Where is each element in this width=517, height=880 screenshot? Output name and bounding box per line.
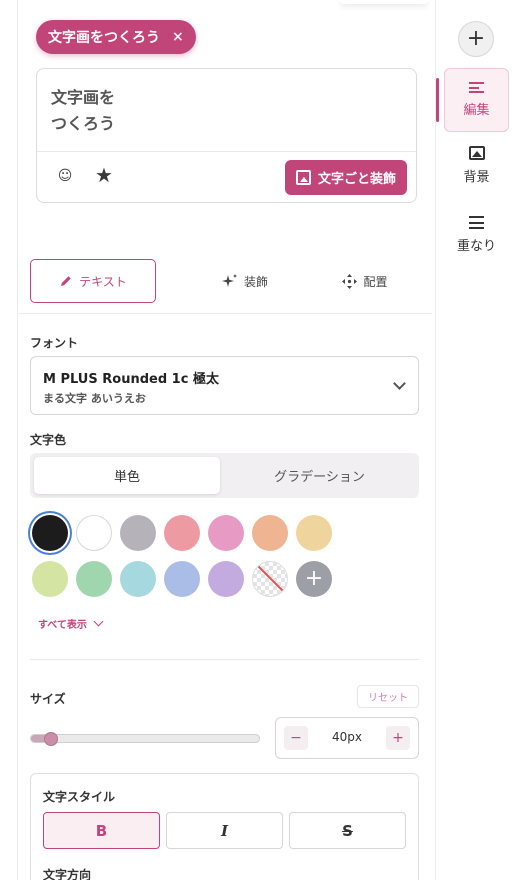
tab-layout-label: 配置 <box>363 274 388 289</box>
sidebar-item-layers[interactable]: 重なり <box>444 216 509 254</box>
sidebar-item-label: 重なり <box>456 239 496 254</box>
text-color-label: 文字色 <box>30 433 67 447</box>
image-icon <box>468 146 485 160</box>
color-mode-toggle: 単色 グラデーション <box>30 453 419 498</box>
close-icon[interactable]: × <box>172 29 184 45</box>
tab-text-label: テキスト <box>79 274 127 289</box>
font-label: フォント <box>30 336 79 350</box>
emoji-icon[interactable]: ☺ <box>55 166 75 186</box>
mode-tabs: テキスト 装飾 配置 <box>30 259 419 303</box>
chip-label: 文字画をつくろう <box>48 30 160 46</box>
active-indicator <box>436 78 439 122</box>
show-all-colors-link[interactable]: すべて表示 <box>38 616 104 631</box>
size-slider[interactable] <box>30 734 260 743</box>
color-swatch[interactable] <box>252 515 288 551</box>
font-sample: まる文字 あいうえお <box>43 392 146 405</box>
chevron-down-icon <box>93 616 104 627</box>
tab-decoration-label: 装飾 <box>243 274 268 289</box>
sparkle-icon <box>221 274 237 287</box>
size-slider-thumb[interactable] <box>43 732 58 746</box>
font-name: M PLUS Rounded 1c 極太 <box>43 372 219 387</box>
color-swatch[interactable] <box>208 515 244 551</box>
size-stepper: − 40px + <box>275 717 419 759</box>
list-icon <box>469 216 484 229</box>
strikethrough-button[interactable]: S <box>289 812 406 849</box>
bold-button[interactable]: B <box>43 812 160 849</box>
section-divider <box>30 659 419 660</box>
right-sidebar <box>435 0 517 880</box>
font-select[interactable]: M PLUS Rounded 1c 極太 まる文字 あいうえお <box>30 356 419 415</box>
color-swatch[interactable] <box>120 515 156 551</box>
text-chip[interactable]: 文字画をつくろう × <box>36 20 196 54</box>
gradient-button[interactable]: グラデーション <box>224 457 415 494</box>
show-all-label: すべて表示 <box>38 620 87 631</box>
edit-lines-icon <box>469 82 484 93</box>
text-input[interactable]: 文字画を つくろう <box>51 85 115 137</box>
editor-panel: 文字画をつくろう × 文字画を つくろう ☺ ★ 文字ごと装飾 テキスト 装飾 … <box>0 0 436 880</box>
no-color-swatch[interactable] <box>252 561 288 597</box>
text-editor[interactable]: 文字画を つくろう ☺ ★ 文字ごと装飾 <box>36 68 417 203</box>
decrease-size-button[interactable]: − <box>284 726 308 750</box>
sidebar-item-edit[interactable]: 編集 <box>444 68 509 132</box>
size-label: サイズ <box>30 692 66 706</box>
editor-divider <box>37 151 416 152</box>
sidebar-item-background[interactable]: 背景 <box>444 146 509 185</box>
text-style-label: 文字スタイル <box>43 790 116 804</box>
solid-color-button[interactable]: 単色 <box>34 457 220 494</box>
size-value[interactable]: 40px <box>316 730 378 744</box>
color-swatch[interactable] <box>164 561 200 597</box>
increase-size-button[interactable]: + <box>386 726 410 750</box>
color-swatch[interactable] <box>208 561 244 597</box>
color-swatch[interactable] <box>32 561 68 597</box>
add-color-button[interactable]: + <box>296 561 332 597</box>
tab-text[interactable]: テキスト <box>30 259 156 303</box>
decorate-text-button[interactable]: 文字ごと装飾 <box>285 160 407 195</box>
italic-button[interactable]: I <box>166 812 283 849</box>
color-swatch[interactable] <box>120 561 156 597</box>
color-swatch[interactable] <box>164 515 200 551</box>
pencil-icon <box>61 276 71 286</box>
tab-decoration[interactable]: 装飾 <box>190 259 300 303</box>
reset-button[interactable]: リセット <box>357 685 419 708</box>
image-icon <box>295 170 311 185</box>
tabs-divider <box>18 313 432 314</box>
color-swatch[interactable] <box>76 561 112 597</box>
star-icon[interactable]: ★ <box>93 164 115 186</box>
text-direction-label: 文字方向 <box>43 868 92 880</box>
move-icon <box>342 273 358 289</box>
text-style-section: 文字スタイル B I S 文字方向 <box>30 773 419 880</box>
chevron-down-icon <box>393 377 406 390</box>
tab-layout[interactable]: 配置 <box>310 259 420 303</box>
decorate-text-label: 文字ごと装飾 <box>317 172 396 187</box>
sidebar-item-label: 背景 <box>463 170 490 185</box>
sidebar-item-label: 編集 <box>463 103 490 118</box>
color-swatch[interactable] <box>32 515 68 551</box>
add-button[interactable]: + <box>458 21 494 57</box>
color-swatch[interactable] <box>76 515 112 551</box>
plus-icon: + <box>304 566 324 591</box>
color-swatch[interactable] <box>296 515 332 551</box>
